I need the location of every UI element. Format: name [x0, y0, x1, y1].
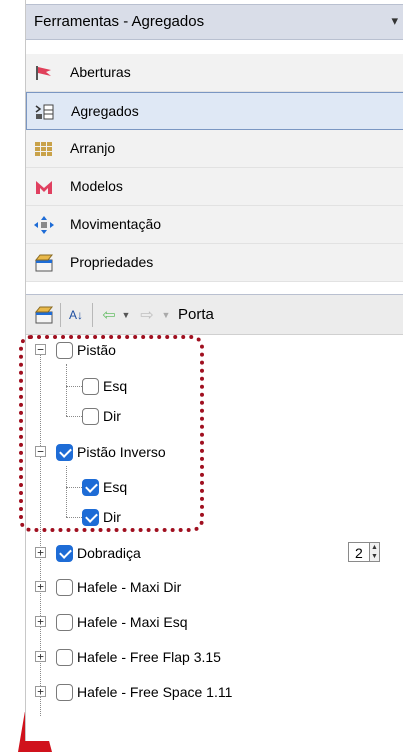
back-dropdown-icon[interactable]: ▼: [120, 305, 132, 325]
aberturas-icon: [36, 66, 51, 80]
toolbar-separator: [60, 303, 61, 327]
expand-icon[interactable]: +: [35, 581, 46, 592]
arranjo-icon: [35, 142, 52, 156]
forward-dropdown-icon[interactable]: ▼: [160, 305, 172, 325]
expand-icon[interactable]: +: [35, 547, 46, 558]
highlight-annotation: [19, 335, 204, 532]
section-item-propriedades[interactable]: Propriedades: [26, 244, 403, 282]
panel-title: Ferramentas - Agregados: [34, 13, 205, 30]
checkbox[interactable]: [56, 579, 73, 596]
checkbox[interactable]: [56, 684, 73, 701]
section-label: Modelos: [70, 178, 123, 194]
tree-item-hafele-free-flap[interactable]: + Hafele - Free Flap 3.15: [26, 642, 403, 672]
tree-item-hafele-free-space[interactable]: + Hafele - Free Space 1.11: [26, 677, 403, 707]
current-object-label: Porta: [178, 306, 214, 323]
section-label: Agregados: [71, 103, 139, 119]
panel-title-bar[interactable]: Ferramentas - Agregados ▾: [26, 4, 403, 40]
section-item-movimentacao[interactable]: Movimentação: [26, 206, 403, 244]
modelos-icon: [36, 181, 52, 194]
forward-arrow-icon[interactable]: ⇨: [136, 305, 158, 325]
expand-icon[interactable]: +: [35, 651, 46, 662]
tree-item-label: Hafele - Free Flap 3.15: [77, 649, 221, 665]
section-label: Propriedades: [70, 254, 154, 270]
checkbox[interactable]: [56, 614, 73, 631]
section-label: Aberturas: [70, 64, 131, 80]
tree-item-hafele-maxi-dir[interactable]: + Hafele - Maxi Dir: [26, 572, 403, 602]
expand-icon[interactable]: +: [35, 686, 46, 697]
tree-item-label: Hafele - Maxi Esq: [77, 614, 188, 630]
back-arrow-icon[interactable]: ⇦: [98, 305, 120, 325]
propriedades-icon: [34, 254, 54, 272]
checkbox-checked[interactable]: [56, 545, 73, 562]
properties-icon[interactable]: [34, 305, 54, 325]
tree-item-hafele-maxi-esq[interactable]: + Hafele - Maxi Esq: [26, 607, 403, 637]
section-label: Arranjo: [70, 140, 116, 156]
toolbar-separator: [92, 303, 93, 327]
checkbox[interactable]: [56, 649, 73, 666]
section-item-modelos[interactable]: Modelos: [26, 168, 403, 206]
quantity-stepper[interactable]: 2 ▲ ▼: [348, 542, 380, 562]
expand-icon[interactable]: +: [35, 616, 46, 627]
spin-arrows-icon[interactable]: ▲ ▼: [369, 543, 379, 561]
section-item-aberturas[interactable]: Aberturas: [26, 54, 403, 92]
quantity-value: 2: [355, 545, 363, 561]
tree-item-label: Hafele - Free Space 1.11: [77, 684, 233, 700]
pin-icon[interactable]: ▾: [391, 13, 398, 29]
tree-item-label: Dobradiça: [77, 545, 141, 561]
movimentacao-icon: [34, 216, 54, 234]
section-label: Movimentação: [70, 216, 162, 232]
section-item-agregados[interactable]: Agregados: [26, 92, 403, 130]
tree-item-label: Hafele - Maxi Dir: [77, 579, 182, 595]
property-toolbar: A↓ ⇦ ▼ ⇨ ▼ Porta: [26, 295, 403, 335]
tree-item-dobradica[interactable]: + Dobradiça 2 ▲ ▼: [26, 538, 403, 568]
agregados-icon: [35, 104, 54, 120]
section-item-arranjo[interactable]: Arranjo: [26, 130, 403, 168]
sort-alphabetical-icon[interactable]: A↓: [66, 305, 86, 325]
